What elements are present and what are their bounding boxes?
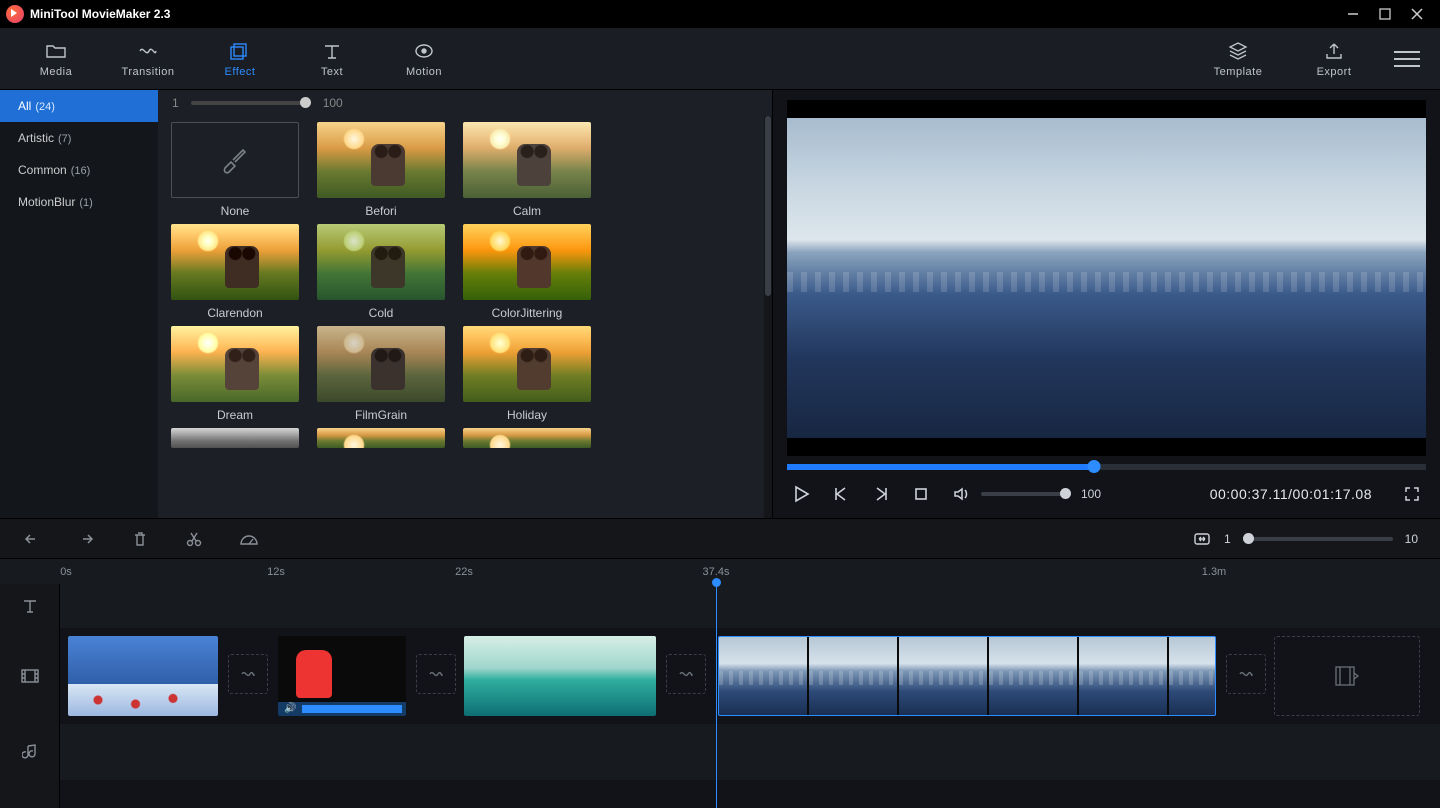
next-frame-button[interactable] xyxy=(871,484,891,504)
audio-track[interactable] xyxy=(60,724,1440,780)
delete-button[interactable] xyxy=(130,529,150,549)
video-clip-2[interactable]: 🔊 xyxy=(278,636,406,716)
template-button[interactable]: Template xyxy=(1202,40,1274,78)
export-icon xyxy=(1323,40,1345,62)
export-button[interactable]: Export xyxy=(1298,40,1370,78)
timeline: 🔊 xyxy=(0,584,1440,808)
effect-row-partial[interactable] xyxy=(170,428,300,448)
app-title: MiniTool MovieMaker 2.3 xyxy=(30,7,170,21)
volume-value: 100 xyxy=(1081,487,1101,501)
library-scrollbar[interactable] xyxy=(764,116,772,518)
speed-button[interactable] xyxy=(238,529,258,549)
zoom-min: 1 xyxy=(1224,532,1231,546)
sidebar-item-common[interactable]: Common(16) xyxy=(0,154,158,186)
transition-slot-2[interactable] xyxy=(416,654,456,694)
tab-effect[interactable]: Effect xyxy=(204,40,276,78)
video-track-icon xyxy=(0,628,59,724)
volume-icon[interactable] xyxy=(951,484,971,504)
category-sidebar: All(24) Artistic(7) Common(16) MotionBlu… xyxy=(0,90,158,518)
video-clip-1[interactable] xyxy=(68,636,218,716)
effect-calm[interactable]: Calm xyxy=(462,122,592,218)
drop-media-zone[interactable] xyxy=(1274,636,1420,716)
effect-none[interactable]: None xyxy=(170,122,300,218)
brush-icon xyxy=(171,122,299,198)
tab-text[interactable]: Text xyxy=(296,40,368,78)
sidebar-item-all[interactable]: All(24) xyxy=(0,90,158,122)
fit-zoom-button[interactable] xyxy=(1192,529,1212,549)
app-logo-icon xyxy=(6,5,24,23)
sidebar-item-artistic[interactable]: Artistic(7) xyxy=(0,122,158,154)
transition-slot-3[interactable] xyxy=(666,654,706,694)
preview-viewport[interactable] xyxy=(787,100,1426,456)
effect-row-partial[interactable] xyxy=(316,428,446,448)
stop-button[interactable] xyxy=(911,484,931,504)
playback-progress[interactable] xyxy=(787,464,1426,470)
close-button[interactable] xyxy=(1410,7,1424,21)
video-track[interactable]: 🔊 xyxy=(60,628,1440,724)
folder-icon xyxy=(45,40,67,62)
transition-slot-1[interactable] xyxy=(228,654,268,694)
video-clip-3[interactable] xyxy=(464,636,656,716)
effect-dream[interactable]: Dream xyxy=(170,326,300,422)
volume-slider[interactable] xyxy=(981,492,1071,496)
audio-track-icon xyxy=(0,724,59,780)
menu-button[interactable] xyxy=(1394,51,1420,67)
playhead[interactable] xyxy=(716,584,717,808)
effect-clarendon[interactable]: Clarendon xyxy=(170,224,300,320)
zoom-slider[interactable] xyxy=(1243,537,1393,541)
effect-icon xyxy=(229,40,251,62)
effect-filmgrain[interactable]: FilmGrain xyxy=(316,326,446,422)
maximize-button[interactable] xyxy=(1378,7,1392,21)
effect-holiday[interactable]: Holiday xyxy=(462,326,592,422)
fullscreen-button[interactable] xyxy=(1402,484,1422,504)
minimize-button[interactable] xyxy=(1346,7,1360,21)
undo-button[interactable] xyxy=(22,529,42,549)
effect-row-partial[interactable] xyxy=(462,428,592,448)
main-toolbar: Media Transition Effect Text Motion Temp… xyxy=(0,28,1440,90)
text-icon xyxy=(321,40,343,62)
tab-media[interactable]: Media xyxy=(20,40,92,78)
effect-cold[interactable]: Cold xyxy=(316,224,446,320)
timecode: 00:00:37.11/00:01:17.08 xyxy=(1210,486,1372,502)
effect-befori[interactable]: Befori xyxy=(316,122,446,218)
text-track[interactable] xyxy=(60,584,1440,628)
text-track-icon xyxy=(0,584,59,628)
title-bar: MiniTool MovieMaker 2.3 xyxy=(0,0,1440,28)
thumbnail-size-slider[interactable]: 1 100 xyxy=(158,90,772,116)
template-icon xyxy=(1227,40,1249,62)
sidebar-item-motionblur[interactable]: MotionBlur(1) xyxy=(0,186,158,218)
transition-slot-4[interactable] xyxy=(1226,654,1266,694)
tab-transition[interactable]: Transition xyxy=(112,40,184,78)
effect-library: 1 100 None Befori Calm Clarendon Cold Co… xyxy=(158,90,772,518)
timeline-toolbar: 1 10 xyxy=(0,518,1440,558)
transition-icon xyxy=(137,40,159,62)
play-button[interactable] xyxy=(791,484,811,504)
tab-motion[interactable]: Motion xyxy=(388,40,460,78)
prev-frame-button[interactable] xyxy=(831,484,851,504)
video-clip-4-selected[interactable] xyxy=(718,636,1216,716)
effect-colorjittering[interactable]: ColorJittering xyxy=(462,224,592,320)
redo-button[interactable] xyxy=(76,529,96,549)
split-button[interactable] xyxy=(184,529,204,549)
motion-icon xyxy=(413,40,435,62)
zoom-max: 10 xyxy=(1405,532,1418,546)
preview-panel: 100 00:00:37.11/00:01:17.08 xyxy=(772,90,1440,518)
speaker-icon: 🔊 xyxy=(284,703,296,714)
